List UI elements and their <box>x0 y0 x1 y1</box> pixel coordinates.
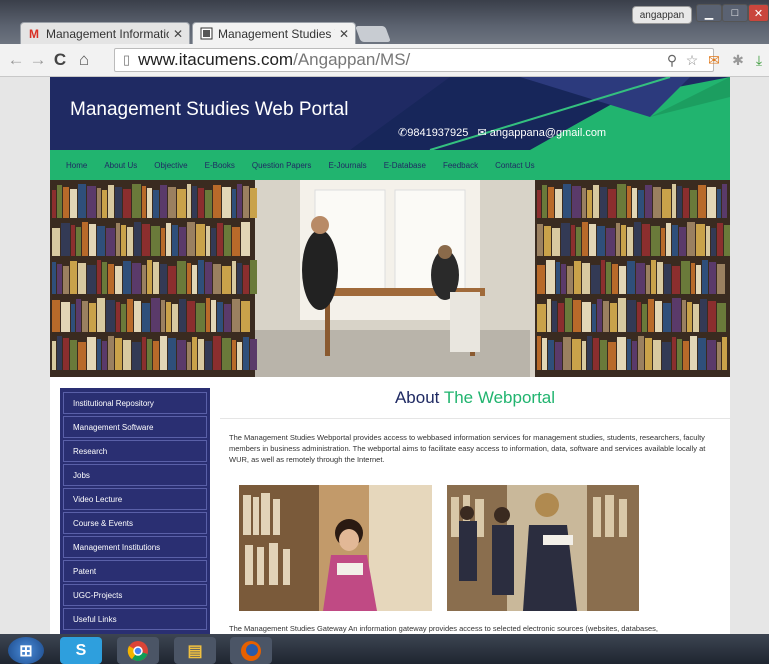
close-window-button[interactable]: ✕ <box>748 4 769 22</box>
mail-extension-icon[interactable]: ✉ <box>706 52 722 68</box>
skype-icon[interactable]: S <box>60 637 102 664</box>
sidebar-item-management-software[interactable]: Management Software <box>63 416 207 438</box>
tab-label: Management Informatics <box>46 26 169 41</box>
gateway-paragraph: The Management Studies Gateway An inform… <box>229 624 658 633</box>
library-illustration <box>50 180 730 377</box>
explorer-icon[interactable]: ▤ <box>174 637 216 664</box>
download-extension-icon[interactable]: ⤓ <box>751 52 767 68</box>
sidebar-item-ugc-projects[interactable]: UGC-Projects <box>63 584 207 606</box>
library-banner-image <box>50 180 730 377</box>
menu-e-journals[interactable]: E-Journals <box>328 161 366 170</box>
sidebar-item-jobs[interactable]: Jobs <box>63 464 207 486</box>
menu-e-books[interactable]: E-Books <box>205 161 235 170</box>
sidebar-item-useful-links[interactable]: Useful Links <box>63 608 207 630</box>
minimize-button[interactable]: ▁ <box>696 4 722 22</box>
email-address[interactable]: angappana@gmail.com <box>490 127 606 139</box>
firefox-icon[interactable] <box>230 637 272 664</box>
menu-contact-us[interactable]: Contact Us <box>495 161 535 170</box>
girl-reading-photo <box>239 485 432 611</box>
about-heading-highlight: The Webportal <box>443 388 556 407</box>
menu-objective[interactable]: Objective <box>154 161 187 170</box>
about-heading-prefix: About <box>394 388 440 407</box>
browser-toolbar: ← → C ⌂ ▯ www.itacumens.com/Angappan/MS/… <box>0 44 769 77</box>
page-info-icon[interactable]: ▯ <box>123 52 130 68</box>
sidebar-item-institutional-repository[interactable]: Institutional Repository <box>63 392 207 414</box>
reload-icon[interactable]: C <box>50 50 70 70</box>
about-heading: About The Webportal <box>220 388 730 419</box>
tab-label: Management Studies Web <box>218 26 335 41</box>
email-icon: ✉ <box>477 127 487 139</box>
tab-management-studies[interactable]: Management Studies Web ✕ <box>192 22 356 44</box>
tab-management-informatics[interactable]: M Management Informatics ✕ <box>20 22 190 44</box>
forward-arrow-icon[interactable]: → <box>28 50 48 70</box>
site-header: Management Studies Web Portal ✆984193792… <box>50 77 730 150</box>
address-bar[interactable]: ▯ www.itacumens.com/Angappan/MS/ <box>114 48 714 72</box>
sidebar-menu: Institutional Repository Management Soft… <box>60 388 210 634</box>
url-host: www.itacumens.com <box>138 50 294 69</box>
site-title: Management Studies Web Portal <box>70 99 349 120</box>
new-tab-button[interactable] <box>355 26 391 42</box>
menu-e-database[interactable]: E-Database <box>384 161 426 170</box>
menu-home[interactable]: Home <box>66 161 87 170</box>
menu-feedback[interactable]: Feedback <box>443 161 478 170</box>
menu-about-us[interactable]: About Us <box>104 161 137 170</box>
home-icon[interactable]: ⌂ <box>74 50 94 70</box>
sidebar-item-patent[interactable]: Patent <box>63 560 207 582</box>
menu-question-papers[interactable]: Question Papers <box>252 161 312 170</box>
browser-title-bar: M Management Informatics ✕ Management St… <box>0 0 769 44</box>
sidebar-item-course-events[interactable]: Course & Events <box>63 512 207 534</box>
phone-icon: ✆ <box>398 127 408 139</box>
chrome-icon[interactable] <box>117 637 159 664</box>
phone-number: 9841937925 <box>407 127 469 139</box>
about-paragraph: The Management Studies Webportal provide… <box>229 433 706 464</box>
close-tab-icon[interactable]: ✕ <box>339 27 349 41</box>
url-path: /Angappan/MS/ <box>293 50 411 69</box>
back-arrow-icon[interactable]: ← <box>6 50 26 70</box>
gmail-icon: M <box>29 26 39 41</box>
website: Management Studies Web Portal ✆984193792… <box>50 77 730 634</box>
sidebar-item-management-institutions[interactable]: Management Institutions <box>63 536 207 558</box>
main-menu: Home About Us Objective E-Books Question… <box>50 150 730 180</box>
page-icon <box>199 27 213 41</box>
students-in-library-photo <box>447 485 639 611</box>
windows-taskbar: ⊞ S ▤ <box>0 634 769 664</box>
close-tab-icon[interactable]: ✕ <box>173 27 183 41</box>
bookmark-star-icon[interactable]: ☆ <box>684 52 700 68</box>
start-button[interactable]: ⊞ <box>8 637 44 664</box>
sidebar-item-video-lecture[interactable]: Video Lecture <box>63 488 207 510</box>
page-viewport: Management Studies Web Portal ✆984193792… <box>0 77 769 634</box>
contact-info: ✆9841937925 ✉ angappana@gmail.com <box>398 126 606 139</box>
bulb-extension-icon[interactable]: ✱ <box>730 52 746 68</box>
zoom-search-icon[interactable]: ⚲ <box>664 52 680 68</box>
sidebar-item-research[interactable]: Research <box>63 440 207 462</box>
maximize-button[interactable]: □ <box>722 4 748 22</box>
profile-button[interactable]: angappan <box>632 6 692 24</box>
